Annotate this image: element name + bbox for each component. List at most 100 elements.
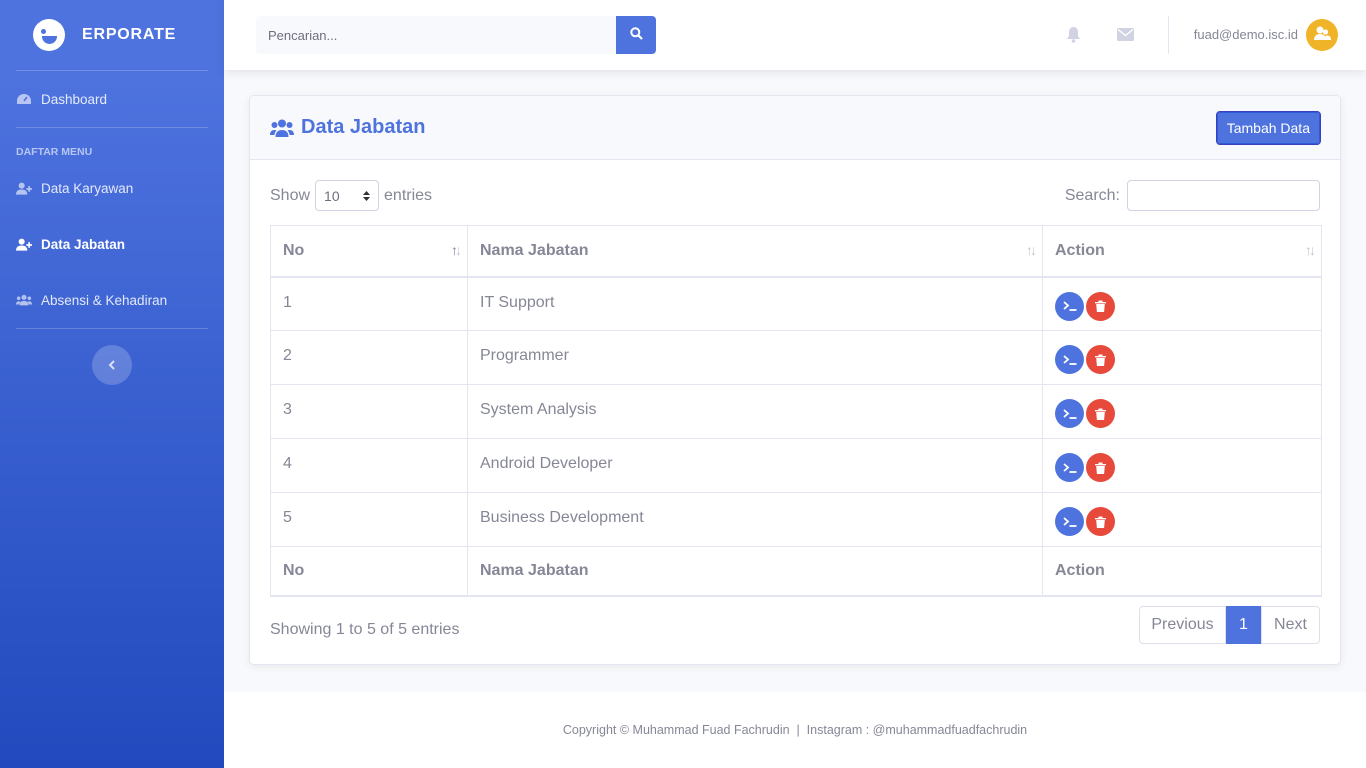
card-title: Data Jabatan xyxy=(270,116,426,139)
users-icon xyxy=(270,119,294,137)
cell-nama-jabatan: Business Development xyxy=(467,492,1043,547)
footer: Copyright © Muhammad Fuad Fachrudin | In… xyxy=(224,692,1366,768)
sidebar-heading: DAFTAR MENU xyxy=(16,146,93,158)
envelope-icon[interactable] xyxy=(1117,28,1134,46)
terminal-icon xyxy=(1062,354,1076,365)
table-row: 4 Android Developer xyxy=(270,438,1322,493)
entries-select-value: 10 xyxy=(324,187,340,204)
terminal-icon xyxy=(1062,408,1076,419)
entries-label: entries xyxy=(384,186,433,204)
show-label: Show xyxy=(270,186,311,204)
laughing-face-icon xyxy=(33,19,65,51)
tachometer-icon xyxy=(16,92,32,106)
search-input[interactable] xyxy=(256,16,616,54)
data-jabatan-card: Data Jabatan Tambah Data Show 10 entries… xyxy=(249,95,1341,665)
cell-action xyxy=(1042,438,1322,493)
pagination: Previous 1 Next xyxy=(1139,606,1320,644)
topbar: fuad@demo.isc.id xyxy=(224,0,1366,70)
card-header: Data Jabatan Tambah Data xyxy=(250,96,1340,160)
sidebar-item-data-jabatan[interactable]: Data Jabatan xyxy=(0,216,224,272)
table-row: 1 IT Support xyxy=(270,276,1322,331)
cell-nama-jabatan: Programmer xyxy=(467,330,1043,385)
brand-name: ERPORATE xyxy=(82,26,177,43)
brand[interactable]: ERPORATE xyxy=(0,0,224,70)
column-footer-no: No xyxy=(270,546,468,597)
column-label: Nama Jabatan xyxy=(480,241,589,259)
chevron-left-icon xyxy=(108,357,116,373)
cell-no: 5 xyxy=(270,492,468,547)
delete-button[interactable] xyxy=(1086,453,1115,482)
column-label: No xyxy=(283,241,305,259)
cell-nama-jabatan: Android Developer xyxy=(467,438,1043,493)
trash-icon xyxy=(1095,300,1106,312)
sort-asc-icon: ↑↓ xyxy=(451,242,462,258)
terminal-icon xyxy=(1062,301,1076,311)
cell-action xyxy=(1042,492,1322,547)
edit-button[interactable] xyxy=(1055,345,1084,374)
column-footer-action: Action xyxy=(1042,546,1322,597)
page-title: Data Jabatan xyxy=(301,116,426,138)
previous-page-button[interactable]: Previous xyxy=(1139,606,1226,644)
table-footer-row: No Nama Jabatan Action xyxy=(270,546,1322,597)
entries-select[interactable]: 10 xyxy=(315,180,380,211)
table-search-input[interactable] xyxy=(1127,180,1320,211)
table-row: 3 System Analysis xyxy=(270,384,1322,439)
cell-action xyxy=(1042,330,1322,385)
sidebar-item-data-karyawan[interactable]: Data Karyawan xyxy=(0,160,224,216)
trash-icon xyxy=(1095,462,1106,474)
users-icon xyxy=(16,293,32,307)
delete-button[interactable] xyxy=(1086,291,1115,321)
user-plus-icon xyxy=(16,181,32,195)
table-header-row: No ↑↓ Nama Jabatan ↑↓ Action ↑↓ xyxy=(270,225,1322,278)
edit-button[interactable] xyxy=(1055,399,1084,428)
datatable-controls: Show 10 entries Search: xyxy=(270,180,1320,212)
copyright-text: Copyright © Muhammad Fuad Fachrudin | In… xyxy=(562,723,1028,737)
users-icon xyxy=(1312,25,1332,46)
data-table: No ↑↓ Nama Jabatan ↑↓ Action ↑↓ 1 IT Supp… xyxy=(270,225,1322,597)
cell-no: 2 xyxy=(270,330,468,385)
cell-no: 3 xyxy=(270,384,468,439)
edit-button[interactable] xyxy=(1055,453,1084,482)
terminal-icon xyxy=(1062,462,1076,473)
column-header-no[interactable]: No ↑↓ xyxy=(270,225,468,278)
sidebar-item-label: Dashboard xyxy=(41,91,108,107)
sidebar-item-label: Data Jabatan xyxy=(41,236,126,252)
cell-no: 1 xyxy=(270,276,468,331)
terminal-icon xyxy=(1062,516,1076,527)
table-row: 5 Business Development xyxy=(270,492,1322,547)
cell-action xyxy=(1042,276,1322,331)
tambah-data-button[interactable]: Tambah Data xyxy=(1215,110,1322,145)
column-header-nama-jabatan[interactable]: Nama Jabatan ↑↓ xyxy=(467,225,1043,278)
cell-action xyxy=(1042,384,1322,439)
user-email[interactable]: fuad@demo.isc.id xyxy=(1194,27,1298,42)
page-1-button[interactable]: 1 xyxy=(1226,606,1261,644)
sidebar-item-absensi[interactable]: Absensi & Kehadiran xyxy=(0,272,224,328)
edit-button[interactable] xyxy=(1055,291,1084,321)
delete-button[interactable] xyxy=(1086,345,1115,374)
delete-button[interactable] xyxy=(1086,399,1115,428)
next-page-button[interactable]: Next xyxy=(1261,606,1320,644)
trash-icon xyxy=(1095,516,1106,528)
sort-icon xyxy=(363,188,371,204)
sidebar-item-label: Data Karyawan xyxy=(41,180,134,196)
topbar-search xyxy=(256,16,656,54)
delete-button[interactable] xyxy=(1086,507,1115,536)
table-info: Showing 1 to 5 of 5 entries xyxy=(270,621,460,638)
edit-button[interactable] xyxy=(1055,507,1084,536)
table-row: 2 Programmer xyxy=(270,330,1322,385)
cell-no: 4 xyxy=(270,438,468,493)
column-header-action[interactable]: Action ↑↓ xyxy=(1042,225,1322,278)
bell-icon[interactable] xyxy=(1066,26,1081,48)
trash-icon xyxy=(1095,354,1106,366)
sidebar-toggle-button[interactable] xyxy=(92,345,132,385)
search-icon xyxy=(629,27,643,43)
user-plus-icon xyxy=(16,237,32,251)
cell-nama-jabatan: System Analysis xyxy=(467,384,1043,439)
sidebar-item-dashboard[interactable]: Dashboard xyxy=(0,71,224,127)
search-button[interactable] xyxy=(616,16,656,54)
column-label: Action xyxy=(1055,241,1105,259)
column-footer-nama-jabatan: Nama Jabatan xyxy=(467,546,1043,597)
sort-icon: ↑↓ xyxy=(1026,242,1037,258)
cell-nama-jabatan: IT Support xyxy=(467,276,1043,331)
avatar[interactable] xyxy=(1306,19,1338,51)
